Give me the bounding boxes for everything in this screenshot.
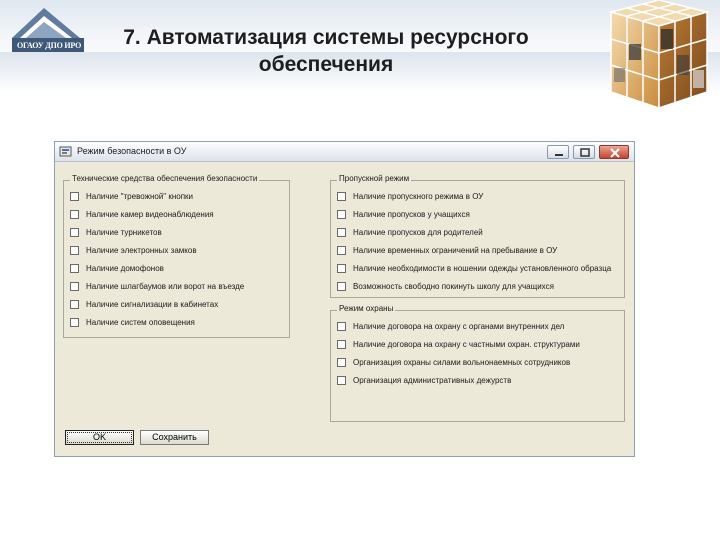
close-button[interactable] — [599, 145, 629, 159]
close-icon — [610, 148, 620, 158]
checkbox-video-cameras[interactable]: Наличие камер видеонаблюдения — [70, 208, 214, 220]
checkbox-label: Возможность свободно покинуть школу для … — [353, 281, 554, 291]
checkbox-student-passes[interactable]: Наличие пропусков у учащихся — [337, 208, 470, 220]
checkbox-admin-duty[interactable]: Организация административных дежурств — [337, 374, 511, 386]
group-technical-means: Технические средства обеспечения безопас… — [63, 174, 290, 338]
checkbox-label: Наличие "тревожной" кнопки — [86, 191, 194, 201]
photo-cube-decoration — [608, 0, 710, 110]
checkbox-label: Наличие систем оповещения — [86, 317, 195, 327]
checkbox-intercoms[interactable]: Наличие домофонов — [70, 262, 164, 274]
checkbox-box[interactable] — [70, 263, 79, 273]
checkbox-electronic-locks[interactable]: Наличие электронных замков — [70, 244, 197, 256]
dialog-title: Режим безопасности в ОУ — [77, 146, 187, 156]
checkbox-box[interactable] — [70, 245, 79, 255]
group-guard-legend: Режим охраны — [337, 304, 396, 313]
checkbox-label: Наличие шлагбаумов или ворот на въезде — [86, 281, 245, 291]
checkbox-hired-staff-guard[interactable]: Организация охраны силами вольнонаемных … — [337, 356, 570, 368]
checkbox-barriers-gates[interactable]: Наличие шлагбаумов или ворот на въезде — [70, 280, 244, 292]
checkbox-free-exit[interactable]: Возможность свободно покинуть школу для … — [337, 280, 554, 292]
group-technical-legend: Технические средства обеспечения безопас… — [70, 174, 260, 183]
checkbox-label: Организация административных дежурств — [353, 375, 512, 385]
maximize-button[interactable] — [573, 145, 595, 159]
checkbox-box[interactable] — [337, 339, 346, 349]
checkbox-box[interactable] — [70, 317, 79, 327]
checkbox-box[interactable] — [337, 281, 346, 291]
checkbox-box[interactable] — [337, 321, 346, 331]
checkbox-police-contract[interactable]: Наличие договора на охрану с органами вн… — [337, 320, 564, 332]
checkbox-room-alarms[interactable]: Наличие сигнализации в кабинетах — [70, 298, 218, 310]
checkbox-label: Наличие турникетов — [86, 227, 162, 237]
checkbox-box[interactable] — [337, 191, 346, 201]
slide-title: 7. Автоматизация системы ресурсного обес… — [123, 26, 529, 76]
group-access-control: Пропускной режим Наличие пропускного реж… — [330, 174, 625, 298]
checkbox-alarm-button[interactable]: Наличие "тревожной" кнопки — [70, 190, 193, 202]
checkbox-box[interactable] — [337, 357, 346, 367]
group-guard-mode: Режим охраны Наличие договора на охрану … — [330, 304, 625, 422]
checkbox-uniform-required[interactable]: Наличие необходимости в ношении одежды у… — [337, 262, 611, 274]
logo-text: ОГАОУ ДПО ИРО — [14, 40, 85, 51]
checkbox-label: Наличие договора на охрану с частными ох… — [353, 339, 580, 349]
group-access-legend: Пропускной режим — [337, 174, 412, 183]
checkbox-box[interactable] — [70, 281, 79, 291]
security-mode-dialog: Режим безопасности в ОУ Технические сред… — [54, 141, 635, 457]
checkbox-box[interactable] — [70, 209, 79, 219]
maximize-icon — [580, 148, 590, 157]
checkbox-label: Наличие сигнализации в кабинетах — [86, 299, 219, 309]
checkbox-label: Наличие договора на охрану с органами вн… — [353, 321, 565, 331]
dialog-titlebar[interactable]: Режим безопасности в ОУ — [55, 142, 634, 162]
ok-button[interactable]: OK — [65, 430, 134, 445]
checkbox-label: Наличие необходимости в ношении одежды у… — [353, 263, 612, 273]
checkbox-turnstiles[interactable]: Наличие турникетов — [70, 226, 162, 238]
minimize-icon — [555, 154, 563, 156]
checkbox-label: Наличие пропусков у учащихся — [353, 209, 470, 219]
checkbox-private-security-contract[interactable]: Наличие договора на охрану с частными ох… — [337, 338, 580, 350]
checkbox-label: Наличие временных ограничений на пребыва… — [353, 245, 558, 255]
checkbox-label: Организация охраны силами вольнонаемных … — [353, 357, 571, 367]
minimize-button[interactable] — [547, 145, 569, 159]
checkbox-box[interactable] — [337, 245, 346, 255]
checkbox-label: Наличие пропускного режима в ОУ — [353, 191, 484, 201]
checkbox-time-limits[interactable]: Наличие временных ограничений на пребыва… — [337, 244, 557, 256]
checkbox-notification-systems[interactable]: Наличие систем оповещения — [70, 316, 195, 328]
checkbox-box[interactable] — [337, 263, 346, 273]
institution-logo: ОГАОУ ДПО ИРО — [4, 2, 88, 54]
checkbox-box[interactable] — [70, 227, 79, 237]
checkbox-box[interactable] — [70, 299, 79, 309]
checkbox-access-regime[interactable]: Наличие пропускного режима в ОУ — [337, 190, 483, 202]
checkbox-label: Наличие пропусков для родителей — [353, 227, 483, 237]
app-icon — [59, 146, 72, 157]
checkbox-box[interactable] — [70, 191, 79, 201]
checkbox-label: Наличие домофонов — [86, 263, 164, 273]
checkbox-box[interactable] — [337, 227, 346, 237]
checkbox-label: Наличие электронных замков — [86, 245, 197, 255]
checkbox-parent-passes[interactable]: Наличие пропусков для родителей — [337, 226, 483, 238]
checkbox-box[interactable] — [337, 375, 346, 385]
checkbox-label: Наличие камер видеонаблюдения — [86, 209, 214, 219]
checkbox-box[interactable] — [337, 209, 346, 219]
save-button[interactable]: Сохранить — [140, 430, 209, 445]
